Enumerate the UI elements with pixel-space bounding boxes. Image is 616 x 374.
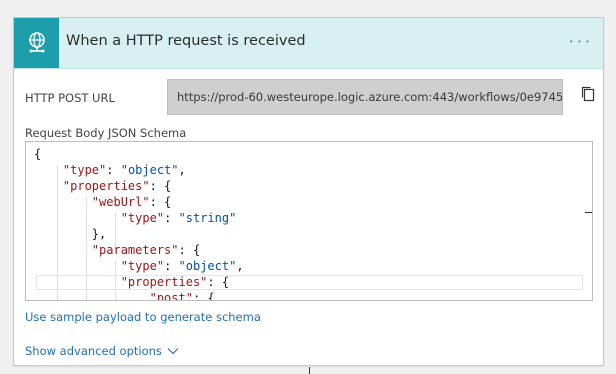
code-line: "parameters": { [91,243,201,257]
sample-payload-link[interactable]: Use sample payload to generate schema [25,310,261,324]
copy-url-button[interactable] [580,85,598,105]
connector-line [309,367,310,374]
show-advanced-options-button[interactable]: Show advanced options [25,344,179,358]
http-post-url-field[interactable]: https://prod-60.westeurope.logic.azure.c… [167,79,563,115]
overview-ruler-mark [585,212,592,213]
code-line: "type": "string" [120,211,237,225]
code-line: "post": { [149,291,215,301]
advanced-options-label: Show advanced options [25,344,162,358]
chevron-down-icon [167,348,179,355]
http-post-url-label: HTTP POST URL [25,91,115,105]
trigger-icon-container [14,18,59,68]
globe-request-icon [28,32,45,53]
trigger-card: When a HTTP request is received ··· HTTP… [13,17,604,366]
schema-label: Request Body JSON Schema [25,126,187,140]
code-line: "properties": { [62,179,172,193]
code-line: "type": "object", [120,259,244,273]
code-line: "type": "object", [62,163,186,177]
code-line: "webUrl": { [91,195,172,209]
trigger-header[interactable]: When a HTTP request is received ··· [14,18,603,69]
more-options-button[interactable]: ··· [569,32,593,51]
code-line: "properties": { [120,275,230,289]
code-line: { [34,147,42,161]
json-schema-editor[interactable]: { "type": "object", "properties": { "web… [25,141,593,301]
copy-icon [581,86,595,102]
code-line: }, [34,227,107,241]
trigger-title[interactable]: When a HTTP request is received [66,33,306,49]
